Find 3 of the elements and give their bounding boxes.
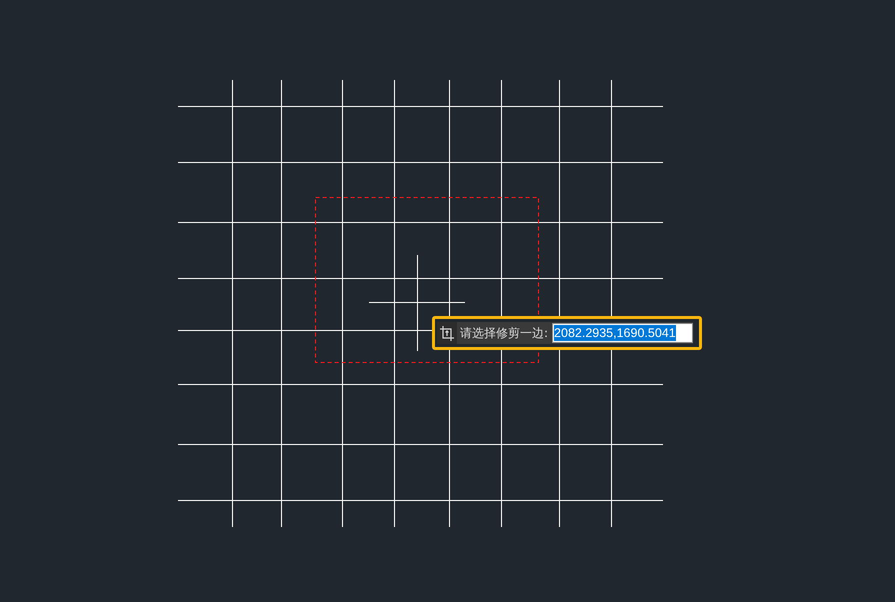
crop-icon [437, 322, 457, 344]
coordinate-input[interactable]: 2082.2935,1690.5041 [552, 323, 694, 343]
prompt-label: 请选择修剪一边: [457, 322, 552, 344]
